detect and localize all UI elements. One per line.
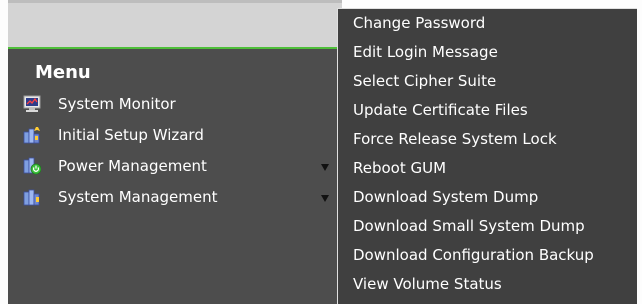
submenu-item-label: Download Configuration Backup [353, 246, 594, 264]
submenu-item-reboot-gum[interactable]: Reboot GUM [338, 154, 638, 183]
panel-top-strip [8, 0, 342, 48]
submenu-item-label: Update Certificate Files [353, 101, 528, 119]
panel-accent-divider [8, 47, 342, 49]
submenu-item-edit-login-message[interactable]: Edit Login Message [338, 38, 638, 67]
submenu-arrow-icon[interactable] [321, 195, 329, 202]
submenu-arrow-icon[interactable] [321, 164, 329, 171]
menu-item-system-monitor[interactable]: System Monitor [8, 93, 342, 124]
submenu-item-download-system-dump[interactable]: Download System Dump [338, 183, 638, 212]
submenu-item-label: Edit Login Message [353, 43, 498, 61]
submenu-item-select-cipher-suite[interactable]: Select Cipher Suite [338, 67, 638, 96]
menu-item-initial-setup-wizard[interactable]: Initial Setup Wizard [8, 124, 342, 155]
submenu-item-label: Reboot GUM [353, 159, 447, 177]
system-management-icon [23, 188, 41, 206]
menu-panel: Menu System Monitor Initial Setup Wizard… [8, 0, 342, 304]
submenu-item-label: Change Password [353, 14, 486, 32]
submenu-item-update-certificate-files[interactable]: Update Certificate Files [338, 96, 638, 125]
system-management-submenu: Change Password Edit Login Message Selec… [337, 8, 637, 304]
menu-item-power-management[interactable]: Power Management [8, 155, 342, 186]
menu-item-label: Power Management [58, 157, 207, 175]
panel-top-edge [8, 0, 342, 3]
monitor-icon [23, 95, 41, 113]
menu-item-label: System Management [58, 188, 218, 206]
submenu-item-label: Download System Dump [353, 188, 539, 206]
menu-item-label: Initial Setup Wizard [58, 126, 204, 144]
power-management-icon [23, 157, 42, 175]
submenu-item-force-release-system-lock[interactable]: Force Release System Lock [338, 125, 638, 154]
menu-item-system-management[interactable]: System Management [8, 186, 342, 217]
setup-wizard-icon [23, 126, 41, 144]
menu-item-label: System Monitor [58, 95, 176, 113]
submenu-item-download-configuration-backup[interactable]: Download Configuration Backup [338, 241, 638, 270]
submenu-item-label: Download Small System Dump [353, 217, 585, 235]
submenu-item-label: Force Release System Lock [353, 130, 557, 148]
menu-heading: Menu [35, 62, 91, 83]
submenu-item-label: Select Cipher Suite [353, 72, 497, 90]
submenu-item-download-small-system-dump[interactable]: Download Small System Dump [338, 212, 638, 241]
menu-list: System Monitor Initial Setup Wizard Powe… [8, 93, 342, 217]
submenu-item-label: View Volume Status [353, 275, 502, 293]
submenu-item-view-volume-status[interactable]: View Volume Status [338, 270, 638, 299]
submenu-item-change-password[interactable]: Change Password [338, 9, 638, 38]
